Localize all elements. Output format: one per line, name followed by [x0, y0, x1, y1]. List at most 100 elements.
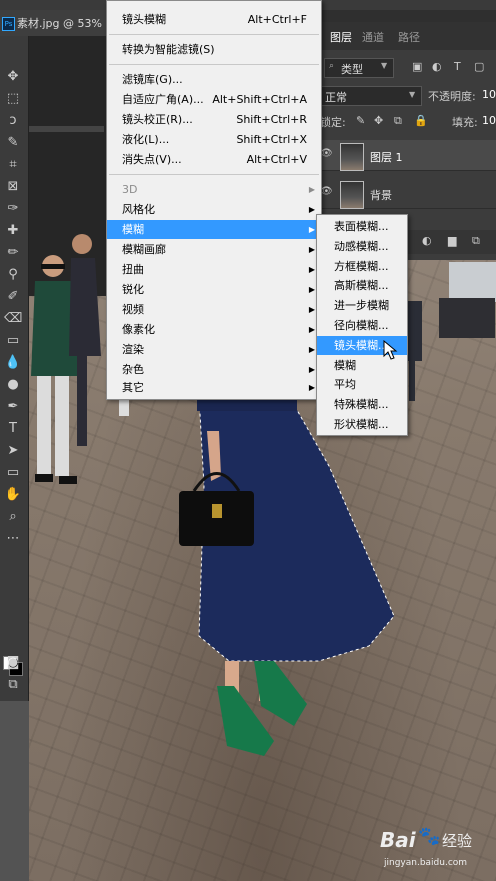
submenu-item-label: 平均 — [334, 378, 356, 391]
menu-item-label: 滤镜库(G)... — [122, 73, 183, 86]
menu-item-filter-gallery[interactable]: 滤镜库(G)... — [107, 70, 321, 89]
move-tool-icon[interactable]: ✥ — [4, 68, 22, 86]
submenu-item-label: 动感模糊... — [334, 240, 389, 253]
adjustment-filter-icon[interactable]: ◐ — [432, 60, 442, 73]
watermark-url: jingyan.baidu.com — [384, 858, 468, 868]
gradient-tool-icon[interactable]: ▭ — [4, 332, 22, 350]
type-filter-icon[interactable]: T — [454, 60, 461, 73]
blur-submenu: 表面模糊... 动感模糊... 方框模糊... 高斯模糊... 进一步模糊 径向… — [316, 214, 408, 436]
menu-item-liquify[interactable]: 液化(L)... Shift+Ctrl+X — [107, 130, 321, 149]
opacity-value[interactable]: 10 — [482, 88, 496, 101]
menu-item-video[interactable]: 视频 ▶ — [107, 300, 321, 319]
healing-brush-tool-icon[interactable]: ✚ — [4, 222, 22, 240]
menu-separator — [109, 34, 319, 35]
layer-row[interactable]: 👁 背景 — [318, 178, 496, 209]
crop-tool-icon[interactable]: ⌗ — [4, 156, 22, 174]
opacity-label: 不透明度: — [428, 90, 476, 103]
lasso-tool-icon[interactable]: ↄ — [4, 112, 22, 130]
brush-tool-icon[interactable]: ✏ — [4, 244, 22, 262]
submenu-arrow-icon: ▶ — [308, 285, 315, 294]
menu-item-label: 转换为智能滤镜(S) — [122, 43, 215, 56]
eraser-tool-icon[interactable]: ⌫ — [4, 310, 22, 328]
quick-mask-icon[interactable]: ◙ — [4, 654, 22, 672]
menu-item-distort[interactable]: 扭曲 ▶ — [107, 260, 321, 279]
marquee-tool-icon[interactable]: ⬚ — [4, 90, 22, 108]
lock-artboard-icon[interactable]: ⧉ — [394, 114, 402, 128]
submenu-item-label: 形状模糊... — [334, 418, 389, 431]
layer-row[interactable]: 👁 图层 1 — [318, 140, 496, 171]
submenu-item-label: 模糊 — [334, 359, 356, 372]
submenu-item-radial-blur[interactable]: 径向模糊... — [317, 316, 407, 335]
submenu-item-gaussian-blur[interactable]: 高斯模糊... — [317, 276, 407, 295]
path-selection-tool-icon[interactable]: ➤ — [4, 442, 22, 460]
layers-panel-tabs: 图层 通道 路径 — [318, 22, 496, 50]
new-layer-icon[interactable]: ⧉ — [472, 234, 480, 248]
photoshop-icon: Ps — [2, 17, 15, 31]
type-tool-icon[interactable]: T — [4, 420, 22, 438]
menu-item-render[interactable]: 渲染 ▶ — [107, 340, 321, 359]
layer-filter-select[interactable]: ⌕ 类型 ▼ — [324, 58, 394, 78]
submenu-arrow-icon: ▶ — [308, 325, 315, 334]
stamp-tool-icon[interactable]: ⚲ — [4, 266, 22, 284]
lock-position-icon[interactable]: ✥ — [374, 114, 383, 127]
pen-tool-icon[interactable]: ✒ — [4, 398, 22, 416]
quick-selection-tool-icon[interactable]: ✎ — [4, 134, 22, 152]
submenu-item-label: 高斯模糊... — [334, 279, 389, 292]
screen-mode-icon[interactable]: ⧉ — [4, 676, 22, 694]
menu-item-other[interactable]: 其它 ▶ — [107, 378, 321, 397]
menu-item-label: 镜头模糊 — [122, 13, 166, 26]
document-tab-title: 素材.jpg @ 53% ( — [17, 17, 110, 30]
filter-menu: 镜头模糊 Alt+Ctrl+F 转换为智能滤镜(S) 滤镜库(G)... 自适应广… — [106, 0, 322, 400]
menu-item-lens-correction[interactable]: 镜头校正(R)... Shift+Ctrl+R — [107, 110, 321, 129]
menu-item-3d: 3D ▶ — [107, 180, 321, 199]
tab-channels[interactable]: 通道 — [362, 29, 384, 45]
lock-all-icon[interactable]: 🔒 — [414, 114, 428, 127]
tab-paths[interactable]: 路径 — [398, 29, 420, 45]
menu-item-pixelate[interactable]: 像素化 ▶ — [107, 320, 321, 339]
submenu-item-blur-more[interactable]: 进一步模糊 — [317, 296, 407, 315]
blur-tool-icon[interactable]: 💧 — [4, 354, 22, 372]
blend-mode-select[interactable]: 正常 ▼ — [320, 86, 422, 106]
dodge-tool-icon[interactable]: ● — [4, 376, 22, 394]
menu-item-noise[interactable]: 杂色 ▶ — [107, 360, 321, 379]
submenu-item-smart-blur[interactable]: 特殊模糊... — [317, 395, 407, 414]
submenu-arrow-icon: ▶ — [308, 245, 315, 254]
menu-item-blur[interactable]: 模糊 ▶ — [107, 220, 321, 239]
menu-item-label: 其它 — [122, 381, 144, 394]
fill-value[interactable]: 10 — [482, 114, 496, 127]
document-tab[interactable]: Ps 素材.jpg @ 53% ( — [0, 10, 110, 36]
tab-layers[interactable]: 图层 — [330, 29, 352, 45]
submenu-item-label: 表面模糊... — [334, 220, 389, 233]
history-brush-tool-icon[interactable]: ✐ — [4, 288, 22, 306]
menu-item-vanishing-point[interactable]: 消失点(V)... Alt+Ctrl+V — [107, 150, 321, 169]
hand-tool-icon[interactable]: ✋ — [4, 486, 22, 504]
adjustment-layer-icon[interactable]: ◐ — [422, 234, 432, 247]
image-filter-icon[interactable]: ▣ — [412, 60, 422, 73]
submenu-item-motion-blur[interactable]: 动感模糊... — [317, 237, 407, 256]
menu-item-label: 视频 — [122, 303, 144, 316]
menu-item-last-filter[interactable]: 镜头模糊 Alt+Ctrl+F — [107, 10, 321, 29]
submenu-item-surface-blur[interactable]: 表面模糊... — [317, 217, 407, 236]
menu-item-blur-gallery[interactable]: 模糊画廊 ▶ — [107, 240, 321, 259]
submenu-item-box-blur[interactable]: 方框模糊... — [317, 257, 407, 276]
more-tools-icon[interactable]: ⋯ — [4, 530, 22, 548]
zoom-tool-icon[interactable]: ⌕ — [4, 508, 22, 526]
blend-mode-value: 正常 — [325, 91, 347, 104]
menu-item-label: 杂色 — [122, 363, 144, 376]
submenu-item-label: 径向模糊... — [334, 319, 389, 332]
submenu-item-average[interactable]: 平均 — [317, 375, 407, 394]
submenu-arrow-icon: ▶ — [308, 265, 315, 274]
shape-filter-icon[interactable]: ▢ — [474, 60, 484, 73]
menu-item-adaptive-wide-angle[interactable]: 自适应广角(A)... Alt+Shift+Ctrl+A — [107, 90, 321, 109]
submenu-item-shape-blur[interactable]: 形状模糊... — [317, 415, 407, 434]
menu-item-convert-smart-filter[interactable]: 转换为智能滤镜(S) — [107, 40, 321, 59]
eyedropper-tool-icon[interactable]: ✑ — [4, 200, 22, 218]
new-group-icon[interactable]: ▆ — [448, 234, 456, 247]
rectangle-tool-icon[interactable]: ▭ — [4, 464, 22, 482]
layer-name: 图层 1 — [370, 151, 403, 164]
layer-filter-kind: 类型 — [341, 63, 363, 76]
lock-pixels-icon[interactable]: ✎ — [356, 114, 365, 127]
frame-tool-icon[interactable]: ⊠ — [4, 178, 22, 196]
menu-item-sharpen[interactable]: 锐化 ▶ — [107, 280, 321, 299]
menu-item-stylize[interactable]: 风格化 ▶ — [107, 200, 321, 219]
